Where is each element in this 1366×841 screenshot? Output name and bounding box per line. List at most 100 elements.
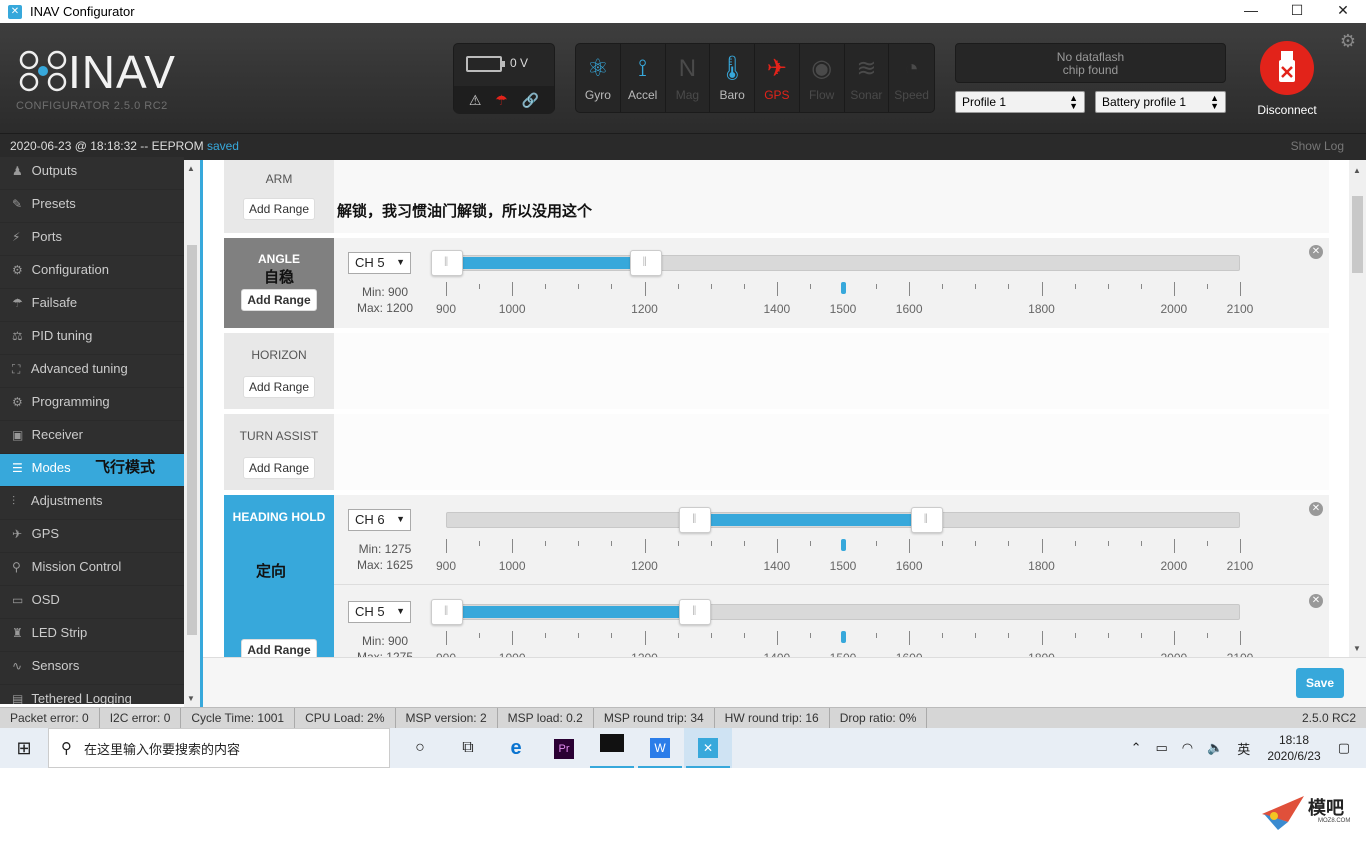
taskbar-clock[interactable]: 18:18 2020/6/23 — [1267, 732, 1320, 764]
content-scroll-thumb[interactable] — [1352, 196, 1363, 273]
sidebar-item-failsafe[interactable]: ☂ Failsafe — [0, 289, 184, 322]
scale-tick — [1206, 541, 1208, 546]
channel-select[interactable]: CH 5 ▼ — [348, 601, 411, 623]
add-range-button[interactable]: Add Range — [241, 289, 317, 311]
remove-range-icon[interactable]: ✕ — [1309, 594, 1323, 608]
sensor-speed: ◔ Speed — [889, 44, 934, 112]
sidebar-scrollbar[interactable]: ▲ ▼ — [184, 160, 200, 707]
range-min-handle[interactable] — [431, 250, 463, 276]
mode-name: HEADING HOLD — [232, 510, 326, 524]
sidebar-item-outputs[interactable]: ♟ Outputs — [0, 157, 184, 190]
windows-start-icon[interactable]: ⊞ — [0, 728, 48, 768]
status-hw-round-trip: HW round trip: 16 — [715, 708, 830, 728]
scale-tick-label: 2100 — [1226, 559, 1254, 573]
battery-profile-select[interactable]: Battery profile 1 ▲ ▼ — [1095, 91, 1226, 113]
scale-tick — [1140, 633, 1142, 638]
cortana-icon[interactable]: ○ — [396, 728, 444, 768]
remove-range-icon[interactable]: ✕ — [1309, 245, 1323, 259]
sidebar-item-led-strip[interactable]: ♜ LED Strip — [0, 619, 184, 652]
settings-gear-icon[interactable]: ⚙ — [1340, 31, 1356, 52]
profile-select[interactable]: Profile 1 ▲ ▼ — [955, 91, 1085, 113]
range-max-handle[interactable] — [629, 250, 662, 276]
scale-tick-label: 1400 — [763, 302, 791, 316]
ime-indicator[interactable]: 英 — [1237, 739, 1250, 758]
scale-tick — [876, 284, 878, 289]
sidebar-item-modes[interactable]: ☰ Modes 飞行模式 — [0, 454, 184, 487]
range-max-handle[interactable] — [679, 599, 712, 625]
sidebar-item-adjustments[interactable]: ⫶ Adjustments — [0, 487, 184, 520]
media-app-icon[interactable] — [588, 728, 636, 768]
minimize-button[interactable]: — — [1228, 0, 1274, 23]
close-button[interactable]: ✕ — [1320, 0, 1366, 23]
wps-icon[interactable]: W — [636, 728, 684, 768]
inav-taskbar-icon[interactable]: ✕ — [684, 728, 732, 768]
window-titlebar: ✕ INAV Configurator — ☐ ✕ — [0, 0, 1366, 23]
sidebar-item-receiver[interactable]: ▣ Receiver — [0, 421, 184, 454]
scale-tick — [545, 284, 547, 289]
range-min-handle[interactable] — [431, 599, 463, 625]
scroll-down-icon[interactable]: ▼ — [1353, 644, 1361, 653]
chevron-up-icon[interactable]: ⌃ — [1131, 740, 1142, 756]
battery-panel: 0 V ⚠ ☂ 🔗 — [453, 43, 555, 114]
sidebar-item-tethered-logging[interactable]: ▤ Tethered Logging — [0, 685, 184, 704]
range-slider[interactable] — [446, 507, 1240, 533]
sidebar-item-osd[interactable]: ▭ OSD — [0, 586, 184, 619]
add-range-button[interactable]: Add Range — [242, 198, 316, 220]
status-drop-ratio: Drop ratio: 0% — [830, 708, 928, 728]
scroll-up-icon[interactable]: ▲ — [1353, 166, 1361, 175]
sidebar-item-gps[interactable]: ✈ GPS — [0, 520, 184, 553]
scroll-down-icon[interactable]: ▼ — [187, 694, 195, 703]
add-range-button[interactable]: Add Range — [242, 376, 316, 398]
scale-tick — [1074, 541, 1076, 546]
add-range-button[interactable]: Add Range — [241, 639, 317, 657]
scale-tick — [512, 282, 514, 296]
scale-tick — [876, 541, 878, 546]
remove-range-icon[interactable]: ✕ — [1309, 502, 1323, 516]
status-i2c-error: I2C error: 0 — [100, 708, 182, 728]
show-log-link[interactable]: Show Log — [1291, 134, 1344, 158]
scale-tick — [479, 284, 481, 289]
edge-icon[interactable]: e — [492, 728, 540, 768]
range-min-handle[interactable] — [679, 507, 712, 533]
scale-tick-label: 900 — [435, 302, 457, 316]
save-button[interactable]: Save — [1296, 668, 1344, 698]
range-max-handle[interactable] — [910, 507, 943, 533]
sidebar-item-sensors[interactable]: ∿ Sensors — [0, 652, 184, 685]
scale-tick — [776, 282, 778, 296]
range-slider[interactable] — [431, 599, 1240, 625]
sidebar-item-ports[interactable]: ⚡ Ports — [0, 223, 184, 256]
scroll-up-icon[interactable]: ▲ — [187, 164, 195, 173]
range-slider[interactable] — [431, 250, 1240, 276]
wifi-icon[interactable]: ◠ — [1182, 740, 1193, 756]
sidebar-item-pid-tuning[interactable]: ⚖ PID tuning — [0, 322, 184, 355]
scale-tick — [479, 633, 481, 638]
scale-tick — [1107, 541, 1109, 546]
sidebar-item-presets[interactable]: ✎ Presets — [0, 190, 184, 223]
ports-icon: ⚡ — [12, 230, 21, 244]
mode-angle: ANGLE 自稳 Add Range CH 5 ▼ Min: 900 Max: 12… — [224, 238, 1329, 328]
osd-icon: ▭ — [12, 593, 24, 607]
sidebar-item-configuration[interactable]: ⚙ Configuration — [0, 256, 184, 289]
content-scrollbar[interactable]: ▲ ▼ — [1349, 160, 1366, 657]
channel-select[interactable]: CH 5 ▼ — [348, 252, 411, 274]
mode-heading-hold: HEADING HOLD 定向 Add Range CH 6 ▼ Min: 127… — [224, 495, 1329, 657]
volume-icon[interactable]: 🔈 — [1207, 740, 1223, 756]
notification-icon[interactable]: ▢ — [1338, 740, 1350, 756]
scale-tick — [1173, 282, 1175, 296]
pid-icon: ⚖ — [12, 329, 23, 343]
battery-tray-icon[interactable]: ▭ — [1155, 740, 1167, 756]
channel-select[interactable]: CH 6 ▼ — [348, 509, 411, 531]
maximize-button[interactable]: ☐ — [1274, 0, 1320, 23]
sidebar-item-advanced-tuning[interactable]: ⛶ Advanced tuning — [0, 355, 184, 388]
range-minmax: Min: 1275 Max: 1625 — [356, 542, 414, 572]
taskbar-search[interactable]: ⚲ 在这里输入你要搜索的内容 — [48, 728, 390, 768]
sidebar-scroll-thumb[interactable] — [187, 245, 197, 635]
disconnect-button[interactable]: Disconnect — [1247, 41, 1327, 117]
battery-icon — [466, 56, 505, 72]
premiere-icon[interactable]: Pr — [540, 728, 588, 768]
sidebar-item-mission-control[interactable]: ⚲ Mission Control — [0, 553, 184, 586]
scale-tick-label: 1000 — [498, 302, 526, 316]
task-view-icon[interactable]: ⧉ — [444, 728, 492, 768]
add-range-button[interactable]: Add Range — [242, 457, 316, 479]
sidebar-item-programming[interactable]: ⚙ Programming — [0, 388, 184, 421]
